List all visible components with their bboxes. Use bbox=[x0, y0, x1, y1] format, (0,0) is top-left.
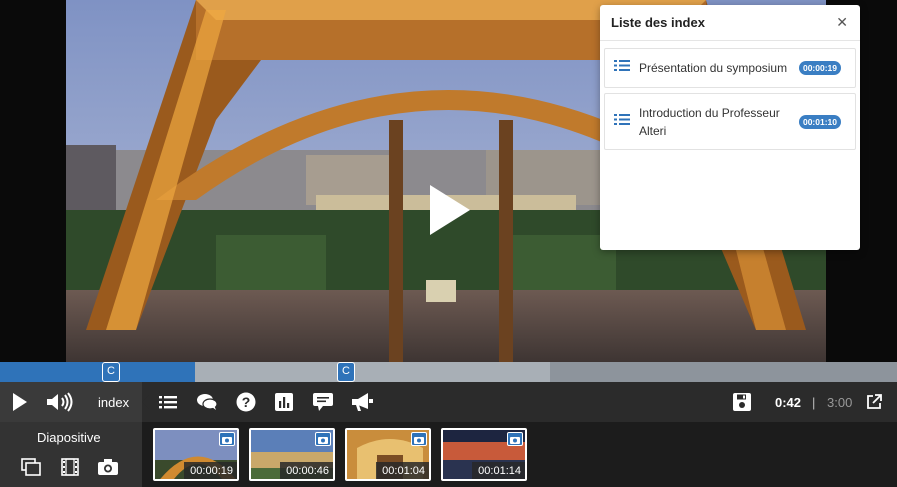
current-time: 0:42 bbox=[775, 395, 802, 410]
index-list-panel: Liste des index ✕ Présentation du sympos… bbox=[600, 5, 860, 250]
separator-arrow bbox=[142, 395, 149, 409]
camera-icon bbox=[507, 432, 523, 446]
list-icon bbox=[614, 113, 630, 131]
slide-thumbnail[interactable]: 00:00:46 bbox=[249, 428, 335, 481]
slide-thumbnail[interactable]: 00:01:04 bbox=[345, 428, 431, 481]
control-bar: index ? 0:42 | 3:00 bbox=[0, 382, 897, 422]
camera-icon bbox=[315, 432, 331, 446]
index-item-time: 00:01:10 bbox=[798, 114, 841, 129]
chapter-marker[interactable]: C bbox=[337, 362, 355, 382]
help-icon[interactable]: ? bbox=[234, 382, 258, 422]
slide-time: 00:00:46 bbox=[280, 462, 333, 479]
slide-thumbnail[interactable]: 00:00:19 bbox=[153, 428, 239, 481]
index-item-label-line2: Alteri bbox=[639, 123, 667, 138]
slide-time: 00:01:04 bbox=[376, 462, 429, 479]
camera-icon bbox=[219, 432, 235, 446]
svg-text:?: ? bbox=[242, 394, 251, 410]
time-separator: | bbox=[812, 395, 816, 410]
play-icon[interactable] bbox=[8, 382, 32, 422]
buffered-range bbox=[195, 362, 550, 382]
list-icon bbox=[614, 59, 630, 77]
megaphone-icon[interactable] bbox=[349, 382, 375, 422]
index-panel-header: Liste des index ✕ bbox=[600, 5, 860, 41]
index-item-time: 00:00:19 bbox=[798, 61, 841, 75]
slides-label: Diapositive bbox=[37, 430, 101, 445]
slide-time: 00:00:19 bbox=[184, 462, 237, 479]
save-icon[interactable] bbox=[731, 382, 753, 422]
big-play-icon[interactable] bbox=[425, 180, 475, 240]
chat-icon[interactable] bbox=[195, 382, 219, 422]
volume-icon[interactable] bbox=[45, 382, 77, 422]
index-panel-title: Liste des index bbox=[611, 15, 705, 30]
comment-icon[interactable] bbox=[311, 382, 335, 422]
camera-icon[interactable] bbox=[97, 454, 119, 480]
slide-thumbnail[interactable]: 00:01:14 bbox=[441, 428, 527, 481]
index-item-label-line1: Introduction du Professeur bbox=[639, 105, 780, 120]
list-icon[interactable] bbox=[157, 382, 179, 422]
external-link-icon[interactable] bbox=[864, 382, 884, 422]
separator-arrow bbox=[142, 447, 149, 461]
camera-icon bbox=[411, 432, 427, 446]
index-label[interactable]: index bbox=[98, 395, 129, 410]
index-item[interactable]: Présentation du symposium 00:00:19 bbox=[604, 48, 856, 88]
index-item-label: Introduction du Professeur Alteri bbox=[639, 104, 780, 140]
slide-time: 00:01:14 bbox=[472, 462, 525, 479]
chapter-marker[interactable]: C bbox=[102, 362, 120, 382]
index-item-label: Présentation du symposium bbox=[639, 61, 788, 75]
slides-overlay-icon[interactable] bbox=[20, 454, 42, 480]
progress-bar[interactable]: C C bbox=[0, 362, 897, 382]
played-range bbox=[0, 362, 195, 382]
chart-icon[interactable] bbox=[273, 382, 295, 422]
close-icon[interactable]: ✕ bbox=[836, 14, 848, 31]
film-icon[interactable] bbox=[59, 454, 81, 480]
index-item[interactable]: Introduction du Professeur Alteri 00:01:… bbox=[604, 93, 856, 150]
slides-strip: Diapositive 00:00:19 00:00:46 00:01:04 0… bbox=[0, 422, 897, 487]
total-time: 3:00 bbox=[827, 395, 853, 410]
